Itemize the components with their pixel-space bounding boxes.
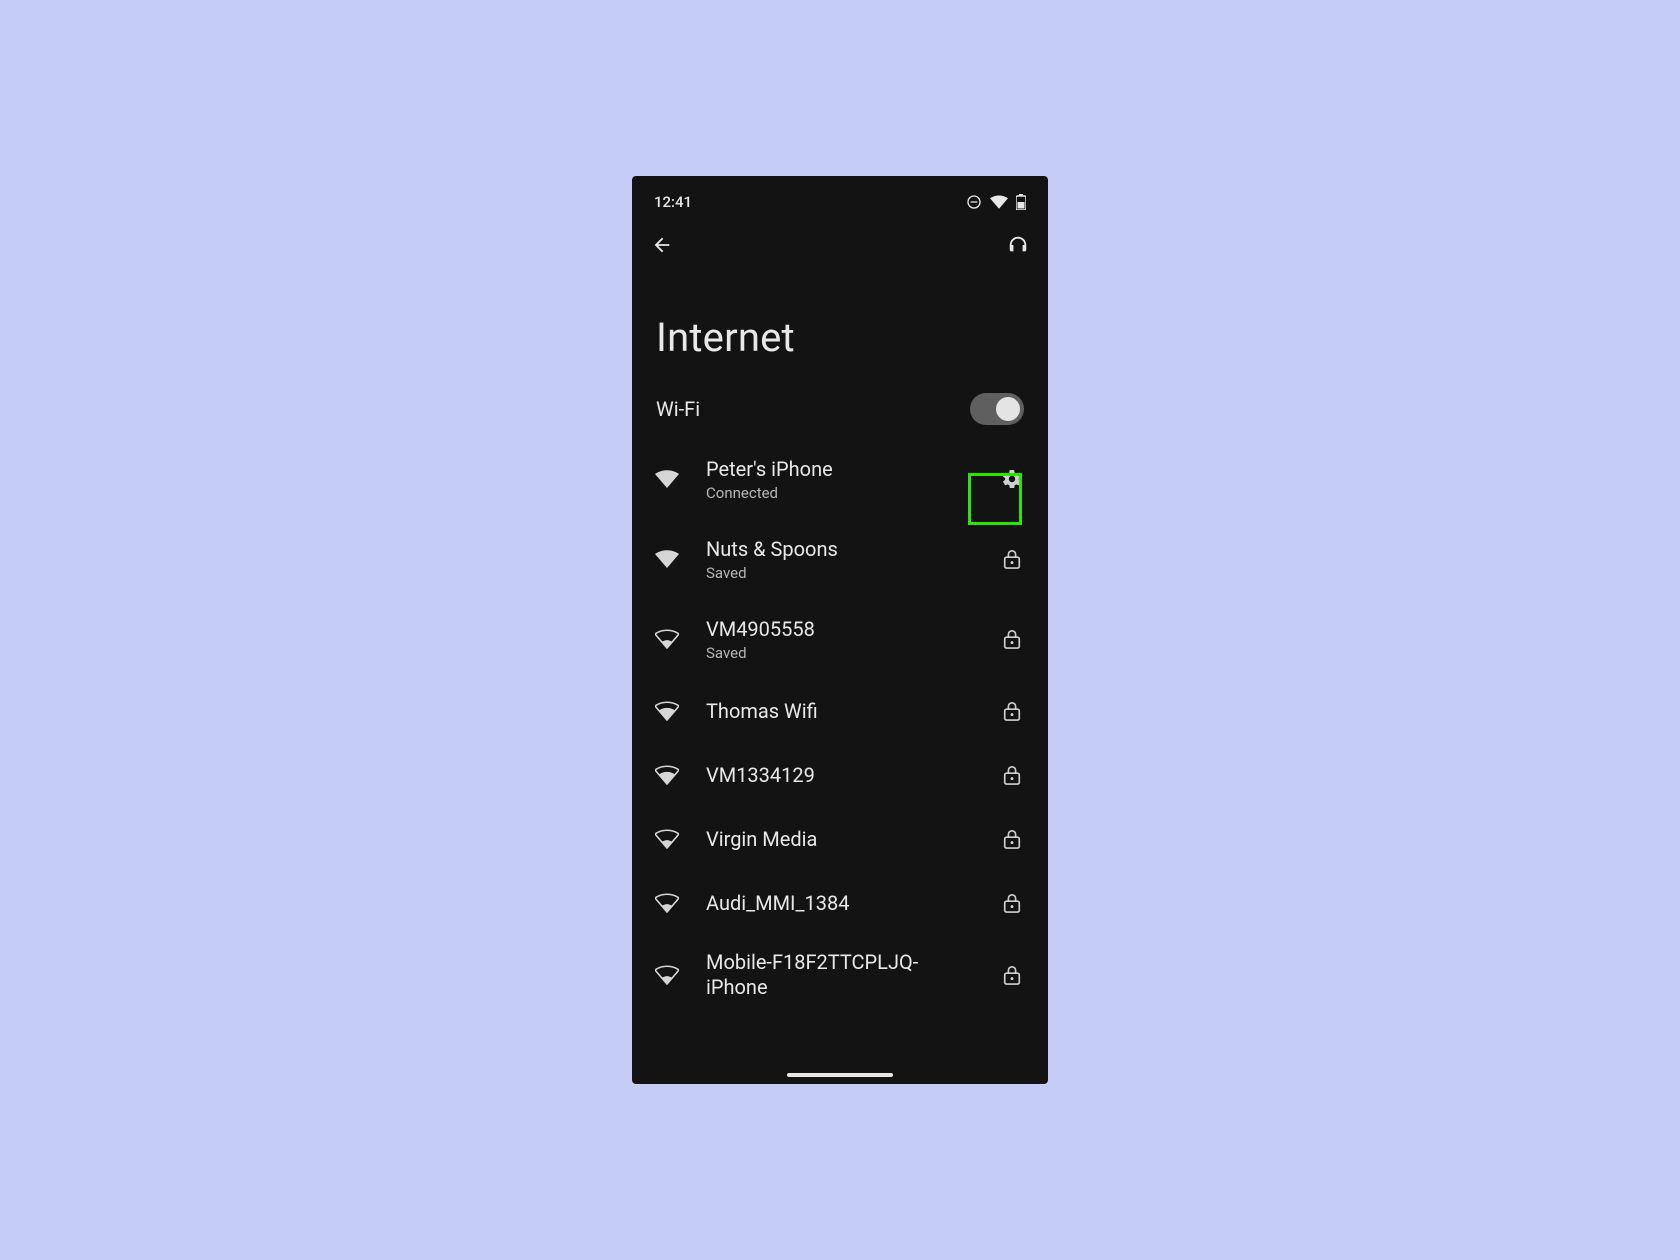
wifi-signal-icon bbox=[654, 469, 680, 489]
network-status: Saved bbox=[706, 564, 972, 582]
network-name: Audi_MMI_1384 bbox=[706, 891, 972, 916]
network-text: VM4905558 Saved bbox=[706, 617, 972, 662]
network-row[interactable]: Mobile-F18F2TTCPLJQ-iPhone bbox=[632, 935, 1048, 1015]
page-title: Internet bbox=[632, 270, 1048, 379]
status-time: 12:41 bbox=[654, 193, 692, 211]
network-row[interactable]: VM4905558 Saved bbox=[632, 599, 1048, 679]
network-text: Thomas Wifi bbox=[706, 699, 972, 724]
lock-icon bbox=[998, 697, 1026, 725]
wifi-signal-icon bbox=[654, 701, 680, 721]
toggle-knob bbox=[996, 397, 1020, 421]
status-bar: 12:41 bbox=[632, 188, 1048, 216]
network-name: Peter's iPhone bbox=[706, 457, 972, 482]
network-text: Virgin Media bbox=[706, 827, 972, 852]
network-name: Nuts & Spoons bbox=[706, 537, 972, 562]
home-indicator[interactable] bbox=[787, 1073, 893, 1077]
wifi-signal-icon bbox=[654, 893, 680, 913]
dnd-icon bbox=[966, 194, 982, 210]
network-list: Peter's iPhone Connected Nuts & Spoons Save… bbox=[632, 439, 1048, 1015]
network-settings-button[interactable] bbox=[998, 465, 1026, 493]
network-text: Nuts & Spoons Saved bbox=[706, 537, 972, 582]
wifi-status-icon bbox=[990, 195, 1008, 209]
network-name: VM4905558 bbox=[706, 617, 972, 642]
app-bar bbox=[632, 220, 1048, 270]
back-button[interactable] bbox=[650, 233, 674, 257]
wifi-signal-icon bbox=[654, 829, 680, 849]
lock-icon bbox=[998, 625, 1026, 653]
network-name: Mobile-F18F2TTCPLJQ-iPhone bbox=[706, 950, 972, 1000]
wifi-signal-icon bbox=[654, 549, 680, 569]
battery-icon bbox=[1016, 194, 1026, 210]
network-text: Audi_MMI_1384 bbox=[706, 891, 972, 916]
network-row[interactable]: Virgin Media bbox=[632, 807, 1048, 871]
phone-frame: 12:41 Internet Wi-Fi Peter's iP bbox=[632, 176, 1048, 1084]
help-feedback-button[interactable] bbox=[1006, 233, 1030, 257]
network-row[interactable]: Audi_MMI_1384 bbox=[632, 871, 1048, 935]
wifi-signal-icon bbox=[654, 629, 680, 649]
network-text: Peter's iPhone Connected bbox=[706, 457, 972, 502]
network-name: Virgin Media bbox=[706, 827, 972, 852]
wifi-toggle-label: Wi-Fi bbox=[656, 397, 700, 421]
network-row[interactable]: Nuts & Spoons Saved bbox=[632, 519, 1048, 599]
lock-icon bbox=[998, 889, 1026, 917]
lock-icon bbox=[998, 761, 1026, 789]
network-status: Connected bbox=[706, 484, 972, 502]
lock-icon bbox=[998, 961, 1026, 989]
lock-icon bbox=[998, 825, 1026, 853]
network-row[interactable]: VM1334129 bbox=[632, 743, 1048, 807]
wifi-toggle[interactable] bbox=[970, 393, 1024, 425]
network-name: Thomas Wifi bbox=[706, 699, 972, 724]
network-row[interactable]: Thomas Wifi bbox=[632, 679, 1048, 743]
wifi-toggle-row[interactable]: Wi-Fi bbox=[632, 379, 1048, 439]
network-status: Saved bbox=[706, 644, 972, 662]
network-row[interactable]: Peter's iPhone Connected bbox=[632, 439, 1048, 519]
wifi-signal-icon bbox=[654, 965, 680, 985]
lock-icon bbox=[998, 545, 1026, 573]
network-name: VM1334129 bbox=[706, 763, 972, 788]
network-text: VM1334129 bbox=[706, 763, 972, 788]
network-text: Mobile-F18F2TTCPLJQ-iPhone bbox=[706, 950, 972, 1000]
wifi-signal-icon bbox=[654, 765, 680, 785]
